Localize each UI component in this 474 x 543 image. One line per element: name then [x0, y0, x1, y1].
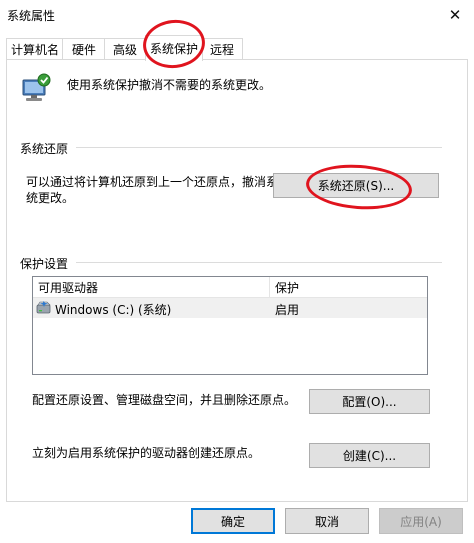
apply-button[interactable]: 应用(A)	[379, 508, 463, 534]
configure-button[interactable]: 配置(O)...	[309, 389, 430, 414]
ok-button-label: 确定	[220, 514, 245, 529]
create-description: 立刻为启用系统保护的驱动器创建还原点。	[32, 446, 261, 460]
title-bar: 系统属性 ✕	[0, 0, 474, 31]
drive-name: Windows (C:) (系统)	[55, 303, 172, 317]
restore-description-line2: 统更改。	[26, 191, 75, 205]
create-button-label: 创建(C)...	[342, 449, 397, 463]
tab-label: 高级	[112, 43, 137, 57]
list-header: 可用驱动器 保护	[33, 277, 427, 298]
apply-button-label: 应用(A)	[400, 514, 442, 529]
group-divider	[76, 262, 442, 263]
drive-icon	[36, 300, 53, 316]
close-icon: ✕	[448, 6, 462, 24]
column-header-drive[interactable]: 可用驱动器	[33, 277, 269, 297]
list-item[interactable]: Windows (C:) (系统) 启用	[33, 298, 427, 318]
drive-protection-status: 启用	[275, 303, 300, 317]
restore-description-line1: 可以通过将计算机还原到上一个还原点，撤消系	[26, 175, 279, 189]
group-divider	[76, 147, 442, 148]
tab-computer-name[interactable]: 计算机名	[6, 38, 64, 60]
close-button[interactable]: ✕	[438, 1, 472, 29]
restore-group-label: 系统还原	[20, 142, 69, 156]
tab-remote[interactable]: 远程	[201, 38, 243, 60]
tab-advanced[interactable]: 高级	[104, 38, 146, 60]
configure-description: 配置还原设置、管理磁盘空间，并且删除还原点。	[32, 393, 297, 407]
window-title: 系统属性	[7, 9, 56, 23]
drives-list[interactable]: 可用驱动器 保护 Windows (C:) (系统) 启用	[32, 276, 428, 375]
tab-system-protection[interactable]: 系统保护	[145, 35, 203, 61]
ok-button[interactable]: 确定	[191, 508, 275, 534]
protection-group-label: 保护设置	[20, 257, 69, 271]
column-header-protection[interactable]: 保护	[270, 277, 427, 297]
system-restore-button[interactable]: 系统还原(S)...	[273, 173, 439, 198]
system-restore-button-label: 系统还原(S)...	[317, 179, 395, 193]
tab-hardware[interactable]: 硬件	[62, 38, 106, 60]
tab-label: 硬件	[71, 43, 96, 57]
tab-label: 计算机名	[10, 43, 59, 57]
computer-shield-icon	[20, 71, 54, 105]
cancel-button[interactable]: 取消	[285, 508, 369, 534]
create-button[interactable]: 创建(C)...	[309, 443, 430, 468]
configure-button-label: 配置(O)...	[342, 395, 397, 409]
cancel-button-label: 取消	[314, 514, 339, 529]
tab-label: 远程	[209, 43, 234, 57]
header-description: 使用系统保护撤消不需要的系统更改。	[67, 78, 272, 92]
tab-label: 系统保护	[149, 42, 198, 56]
